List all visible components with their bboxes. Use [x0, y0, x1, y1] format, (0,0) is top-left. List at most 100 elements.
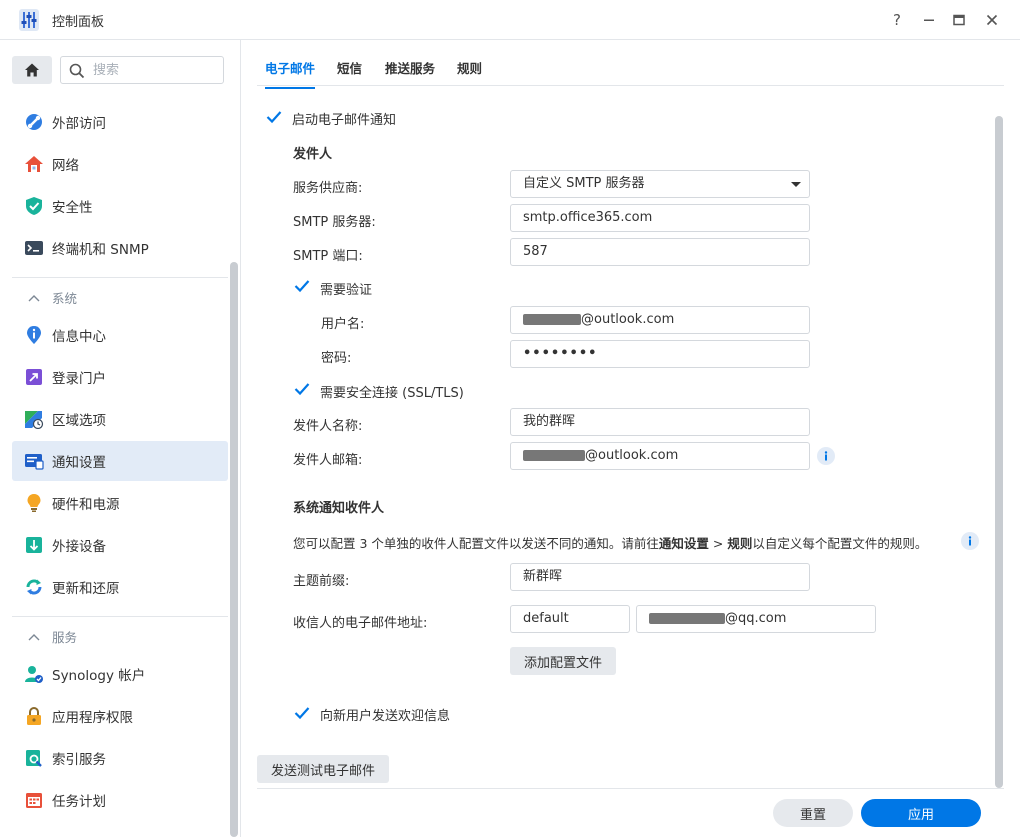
sidebar-item-hardware-power[interactable]: 硬件和电源	[12, 483, 228, 523]
search-box[interactable]	[60, 56, 224, 84]
home-button[interactable]	[12, 56, 52, 84]
search-icon	[69, 63, 85, 79]
tab-push-service[interactable]: 推送服务	[385, 58, 435, 87]
login-portal-icon	[23, 366, 45, 388]
sidebar-item-label: 外部访问	[52, 116, 106, 132]
control-panel-app-icon	[19, 9, 39, 31]
require-auth-label: 需要验证	[320, 283, 373, 298]
sidebar-item-label: 安全性	[52, 200, 93, 216]
sidebar-item-label: 任务计划	[52, 794, 106, 810]
smtp-server-input[interactable]: smtp.office365.com	[510, 204, 810, 232]
sidebar-item-terminal-snmp[interactable]: 终端机和 SNMP	[12, 228, 228, 268]
sidebar-item-security[interactable]: 安全性	[12, 186, 228, 226]
sender-section-title: 发件人	[293, 147, 333, 162]
add-profile-button[interactable]: 添加配置文件	[510, 647, 616, 675]
sidebar-scrollbar[interactable]	[230, 262, 238, 837]
email-settings-panel: 启动电子邮件通知 发件人 服务供应商: 自定义 SMTP 服务器 SMTP 服务…	[257, 86, 997, 788]
sidebar-item-label: 更新和还原	[52, 581, 120, 597]
sidebar-item-indexing[interactable]: 索引服务	[12, 738, 228, 778]
help-button[interactable]: ?	[886, 9, 908, 31]
sidebar-item-synology-account[interactable]: Synology 帐户	[12, 654, 228, 694]
footer-divider	[257, 788, 1004, 789]
content-scrollbar[interactable]	[995, 116, 1003, 788]
sidebar: 外部访问 网络 安全性 终端机和 SNMP 系统 信息中心 登录门户	[0, 40, 241, 837]
sidebar-item-label: Synology 帐户	[52, 668, 146, 684]
sidebar-item-app-privileges[interactable]: 应用程序权限	[12, 696, 228, 736]
sidebar-item-label: 区域选项	[52, 413, 106, 429]
apply-button[interactable]: 应用	[861, 799, 981, 827]
sidebar-item-external-access[interactable]: 外部访问	[12, 102, 228, 142]
provider-value: 自定义 SMTP 服务器	[523, 176, 645, 191]
sender-name-input[interactable]: 我的群晖	[510, 408, 810, 436]
smtp-server-label: SMTP 服务器:	[293, 215, 376, 230]
notification-settings-link[interactable]: 通知设置	[659, 536, 709, 551]
checkmark-icon	[294, 707, 310, 720]
minimize-icon	[924, 19, 934, 21]
smtp-port-input[interactable]: 587	[510, 238, 810, 266]
info-icon[interactable]	[817, 447, 835, 465]
smtp-port-label: SMTP 端口:	[293, 249, 363, 264]
sidebar-item-network[interactable]: 网络	[12, 144, 228, 184]
rules-link[interactable]: 规则	[727, 536, 752, 551]
sidebar-section-services[interactable]: 服务	[12, 616, 228, 656]
send-test-email-button[interactable]: 发送测试电子邮件	[257, 755, 389, 783]
password-value: ••••••••	[523, 346, 598, 361]
enable-email-checkbox[interactable]	[265, 108, 283, 126]
update-restore-icon	[23, 576, 45, 598]
sender-email-domain: @outlook.com	[585, 448, 679, 463]
sender-name-label: 发件人名称:	[293, 419, 363, 434]
maximize-button[interactable]	[948, 9, 970, 31]
username-input[interactable]: @outlook.com	[510, 306, 810, 334]
task-scheduler-icon	[23, 789, 45, 811]
password-input[interactable]: ••••••••	[510, 340, 810, 368]
close-button[interactable]	[981, 9, 1003, 31]
recipient-address-label: 收信人的电子邮件地址:	[293, 616, 428, 631]
username-label: 用户名:	[321, 317, 365, 332]
require-ssl-label: 需要安全连接 (SSL/TLS)	[320, 386, 464, 401]
sidebar-item-label: 索引服务	[52, 752, 106, 768]
sidebar-item-label: 终端机和 SNMP	[52, 242, 149, 258]
recipients-desc-separator: >	[708, 536, 728, 551]
indexing-icon	[23, 747, 45, 769]
sidebar-item-notification[interactable]: 通知设置	[12, 441, 228, 481]
tab-rules[interactable]: 规则	[457, 58, 482, 87]
recipient-email-input[interactable]: @qq.com	[636, 605, 876, 633]
network-icon	[23, 153, 45, 175]
sidebar-item-external-devices[interactable]: 外接设备	[12, 525, 228, 565]
require-auth-checkbox[interactable]	[293, 277, 311, 295]
sidebar-item-region-options[interactable]: 区域选项	[12, 399, 228, 439]
info-icon[interactable]	[961, 532, 979, 550]
tab-email[interactable]: 电子邮件	[265, 58, 316, 89]
sidebar-item-info-center[interactable]: 信息中心	[12, 315, 228, 355]
redacted-mask	[523, 314, 581, 325]
recipients-description: 您可以配置 3 个单独的收件人配置文件以发送不同的通知。请前往通知设置 > 规则…	[293, 533, 927, 552]
checkmark-icon	[294, 280, 310, 293]
sidebar-item-login-portal[interactable]: 登录门户	[12, 357, 228, 397]
require-ssl-checkbox[interactable]	[293, 380, 311, 398]
info-center-icon	[23, 324, 45, 346]
recipients-section-title: 系统通知收件人	[293, 501, 385, 516]
sidebar-item-task-scheduler[interactable]: 任务计划	[12, 780, 228, 820]
app-privileges-icon	[23, 705, 45, 727]
recipient-profile-input[interactable]: default	[510, 605, 630, 633]
sidebar-item-update-restore[interactable]: 更新和还原	[12, 567, 228, 607]
tab-sms[interactable]: 短信	[337, 58, 362, 87]
sidebar-section-system[interactable]: 系统	[12, 277, 228, 317]
title-bar: 控制面板 ?	[0, 0, 1020, 40]
enable-email-label: 启动电子邮件通知	[292, 113, 397, 128]
sender-email-input[interactable]: @outlook.com	[510, 442, 810, 470]
home-icon	[25, 63, 39, 77]
minimize-button[interactable]	[918, 9, 940, 31]
username-domain: @outlook.com	[581, 312, 675, 327]
sidebar-item-label: 网络	[52, 158, 79, 174]
subject-prefix-input[interactable]: 新群晖	[510, 563, 810, 591]
sidebar-section-label: 系统	[52, 291, 78, 306]
checkmark-icon	[266, 111, 282, 124]
external-access-icon	[23, 111, 45, 133]
sidebar-item-label: 通知设置	[52, 455, 106, 471]
welcome-message-checkbox[interactable]	[293, 704, 311, 722]
provider-select[interactable]: 自定义 SMTP 服务器	[510, 170, 810, 198]
search-input[interactable]	[93, 61, 213, 79]
reset-button[interactable]: 重置	[773, 799, 853, 827]
recipient-email-domain: @qq.com	[725, 611, 787, 626]
